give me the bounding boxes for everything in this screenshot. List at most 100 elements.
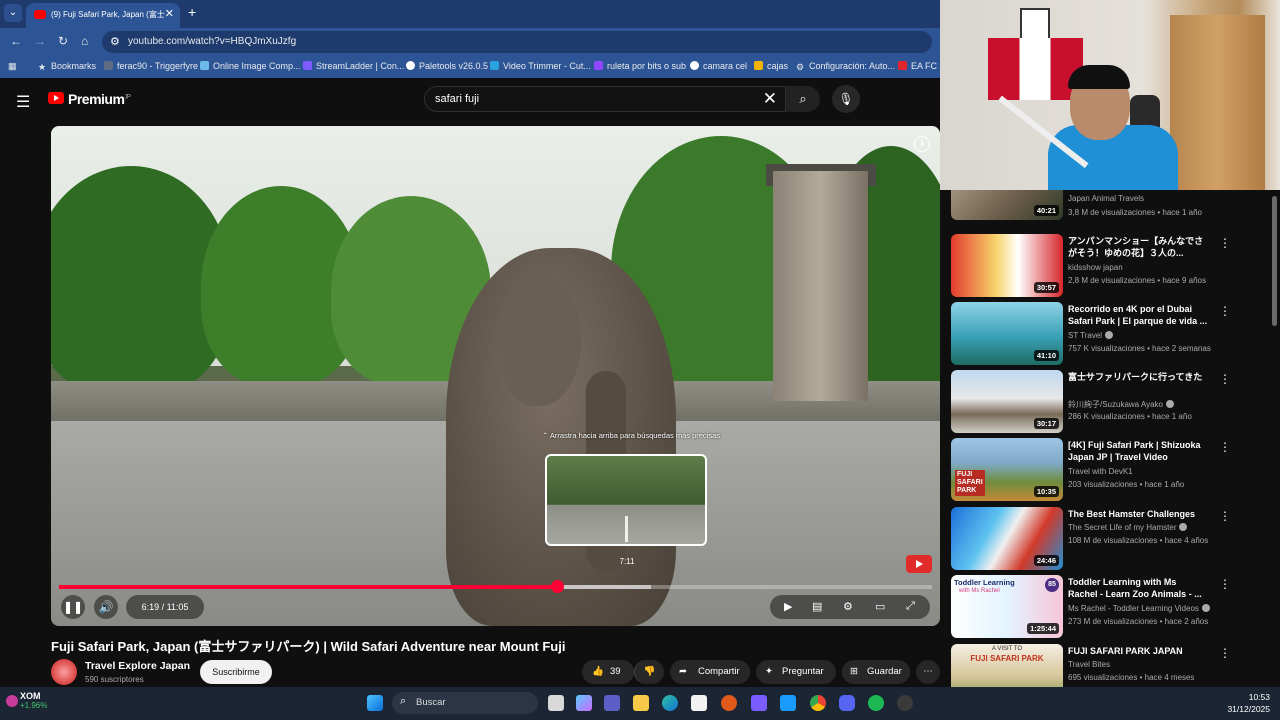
video-thumbnail[interactable]: 40:21 — [951, 190, 1063, 220]
apps-grid-icon[interactable]: ▦ — [8, 61, 17, 72]
bookmark-item[interactable]: EA FC 2 — [898, 61, 945, 71]
more-vertical-icon[interactable]: ⋮ — [1219, 440, 1231, 454]
recommendation-channel[interactable]: Japan Animal Travels — [1068, 194, 1144, 203]
recommendation-item[interactable]: 24:46 The Best Hamster Challenges The Se… — [951, 507, 1271, 571]
fullscreen-icon[interactable]: ⤢ — [906, 600, 915, 613]
recommendation-item[interactable]: Toddler Learning with Ms Rachel 85 1:25:… — [951, 575, 1271, 639]
edge-browser-icon[interactable] — [662, 695, 678, 711]
recommendation-title[interactable]: アンパンマンショー【みんなでさがそう！ゆめの花】３人の... — [1068, 235, 1208, 259]
clear-search-icon[interactable]: ✕ — [763, 89, 777, 109]
recommendation-title[interactable]: 富士サファリパークに行ってきた — [1068, 371, 1208, 383]
discord-icon[interactable] — [839, 695, 855, 711]
recommendation-title[interactable]: Recorrido en 4K por el Dubai Safari Park… — [1068, 303, 1208, 327]
photos-icon[interactable] — [780, 695, 796, 711]
recommendation-item[interactable]: FUJI SAFARI PARK 10:35 [4K] Fuji Safari … — [951, 438, 1271, 502]
progress-bar[interactable] — [59, 580, 932, 593]
search-input[interactable]: safari fuji ✕ — [424, 86, 786, 112]
copilot-icon[interactable] — [576, 695, 592, 711]
youtube-logo-icon[interactable] — [48, 92, 64, 104]
sidebar-scrollbar[interactable] — [1272, 196, 1277, 326]
new-tab-icon[interactable]: + — [188, 4, 196, 20]
recommendation-channel[interactable]: Ms Rachel - Toddler Learning Videos — [1068, 604, 1210, 613]
system-clock[interactable]: 10:53 31/12/2025 — [1227, 691, 1270, 715]
recommendation-item[interactable]: 30:17 富士サファリパークに行ってきた 鈴川絢子/Suzukawa Ayak… — [951, 370, 1271, 434]
reload-icon[interactable]: ↻ — [58, 34, 68, 48]
share-button[interactable]: ➦ Compartir — [670, 660, 750, 684]
taskbar-search[interactable]: ⌕ Buscar — [392, 692, 538, 714]
recommendation-item[interactable]: 41:10 Recorrido en 4K por el Dubai Safar… — [951, 302, 1271, 366]
browser-tab-active[interactable]: (9) Fuji Safari Park, Japan (富士 ✕ — [26, 3, 180, 28]
recommendation-title[interactable]: Toddler Learning with Ms Rachel - Learn … — [1068, 576, 1208, 600]
more-vertical-icon[interactable]: ⋮ — [1219, 646, 1231, 660]
channel-avatar[interactable] — [51, 659, 77, 685]
bookmark-item[interactable]: StreamLadder | Con... — [303, 61, 404, 71]
theater-mode-icon[interactable]: ▭ — [875, 600, 885, 613]
volume-button[interactable]: 🔊 — [94, 595, 118, 619]
more-vertical-icon[interactable]: ⋮ — [1219, 509, 1231, 523]
teams-icon[interactable] — [604, 695, 620, 711]
recommendation-channel[interactable]: Travel with DevK1 — [1068, 467, 1133, 476]
ask-button[interactable]: ✦ Preguntar — [756, 660, 836, 684]
video-thumbnail[interactable]: Toddler Learning with Ms Rachel 85 1:25:… — [951, 575, 1063, 638]
more-vertical-icon[interactable]: ⋮ — [1219, 304, 1231, 318]
recommendation-item[interactable]: 40:21 Japan Animal Travels 3,8 M de visu… — [951, 190, 1271, 221]
url-field[interactable]: ⚙ youtube.com/watch?v=HBQJmXuJzfg — [102, 31, 932, 53]
forward-arrow-icon[interactable]: → — [34, 34, 46, 48]
video-player[interactable]: i ⌃ Arrastra hacia arriba para búsquedas… — [51, 126, 940, 626]
tab-close-icon[interactable]: ✕ — [165, 7, 174, 20]
windows-start-icon[interactable] — [367, 695, 383, 711]
save-button[interactable]: ⊞ Guardar — [842, 660, 910, 684]
channel-name[interactable]: Travel Explore Japan — [85, 660, 190, 672]
youtube-watermark-icon[interactable] — [906, 555, 932, 573]
dislike-button[interactable]: 👎 — [634, 660, 664, 684]
pause-button[interactable]: ❚❚ — [61, 595, 85, 619]
recommendation-title[interactable]: [4K] Fuji Safari Park | Shizuoka Japan J… — [1068, 439, 1208, 463]
recommendation-item[interactable]: A VISIT TO FUJI SAFARI PARK FUJI SAFARI … — [951, 644, 1271, 687]
info-icon[interactable]: i — [914, 136, 930, 152]
recommendation-item[interactable]: 30:57 アンパンマンショー【みんなでさがそう！ゆめの花】３人の... kid… — [951, 234, 1271, 298]
settings-gear-icon[interactable]: ⚙ — [843, 600, 853, 613]
search-button[interactable]: ⌕ — [786, 86, 820, 112]
subscribe-button[interactable]: Suscribirme — [200, 660, 272, 684]
bookmark-item[interactable]: Online Image Comp... — [200, 61, 301, 71]
video-thumbnail[interactable]: 24:46 — [951, 507, 1063, 570]
video-thumbnail[interactable]: 41:10 — [951, 302, 1063, 365]
app-icon-orange[interactable] — [721, 695, 737, 711]
more-vertical-icon[interactable]: ⋮ — [1219, 577, 1231, 591]
stock-widget[interactable]: XOM +1.96% — [20, 691, 47, 710]
obs-icon[interactable] — [897, 695, 913, 711]
video-thumbnail[interactable]: FUJI SAFARI PARK 10:35 — [951, 438, 1063, 501]
recommendation-channel[interactable]: ST Travel — [1068, 331, 1114, 340]
chrome-icon[interactable] — [810, 695, 826, 711]
more-actions-button[interactable]: ⋯ — [916, 660, 940, 684]
recommendation-channel[interactable]: kidsshow japan — [1068, 263, 1123, 272]
recommendation-channel[interactable]: The Secret Life of my Hamster — [1068, 523, 1188, 532]
bookmark-item[interactable]: ★ Bookmarks — [38, 61, 96, 72]
autoplay-toggle-icon[interactable]: ▶ — [784, 600, 792, 613]
app-icon-purple[interactable] — [751, 695, 767, 711]
youtube-premium-logo[interactable]: PremiumJP — [68, 91, 131, 107]
video-thumbnail[interactable]: 30:57 — [951, 234, 1063, 297]
bookmark-item[interactable]: camara cel — [690, 61, 747, 71]
file-explorer-icon[interactable] — [633, 695, 649, 711]
bookmark-item[interactable]: ferac90 - Triggerfyre — [104, 61, 198, 71]
voice-search-button[interactable]: 🎙 — [832, 85, 860, 113]
bookmark-item[interactable]: cajas — [754, 61, 788, 71]
like-button[interactable]: 👍 39 — [582, 660, 634, 684]
tab-search-chevron-icon[interactable]: ⌄ — [4, 4, 22, 22]
menu-icon[interactable]: ☰ — [16, 92, 30, 112]
back-arrow-icon[interactable]: ← — [10, 34, 22, 48]
store-icon[interactable] — [691, 695, 707, 711]
video-thumbnail[interactable]: A VISIT TO FUJI SAFARI PARK — [951, 644, 1063, 687]
home-icon[interactable]: ⌂ — [81, 34, 88, 48]
more-vertical-icon[interactable]: ⋮ — [1219, 372, 1231, 386]
bookmark-item[interactable]: Video Trimmer - Cut... — [490, 61, 591, 71]
recommendation-channel[interactable]: 鈴川絢子/Suzukawa Ayako — [1068, 399, 1175, 410]
recommendation-title[interactable]: FUJI SAFARI PARK JAPAN — [1068, 645, 1208, 657]
recommendation-channel[interactable]: Travel Bites — [1068, 660, 1110, 669]
spotify-icon[interactable] — [868, 695, 884, 711]
recommendation-title[interactable]: The Best Hamster Challenges — [1068, 508, 1208, 520]
bookmark-item[interactable]: ⚙ Configuración: Auto... — [796, 61, 895, 72]
subtitles-icon[interactable]: ▤ — [812, 600, 822, 613]
task-view-icon[interactable] — [548, 695, 564, 711]
